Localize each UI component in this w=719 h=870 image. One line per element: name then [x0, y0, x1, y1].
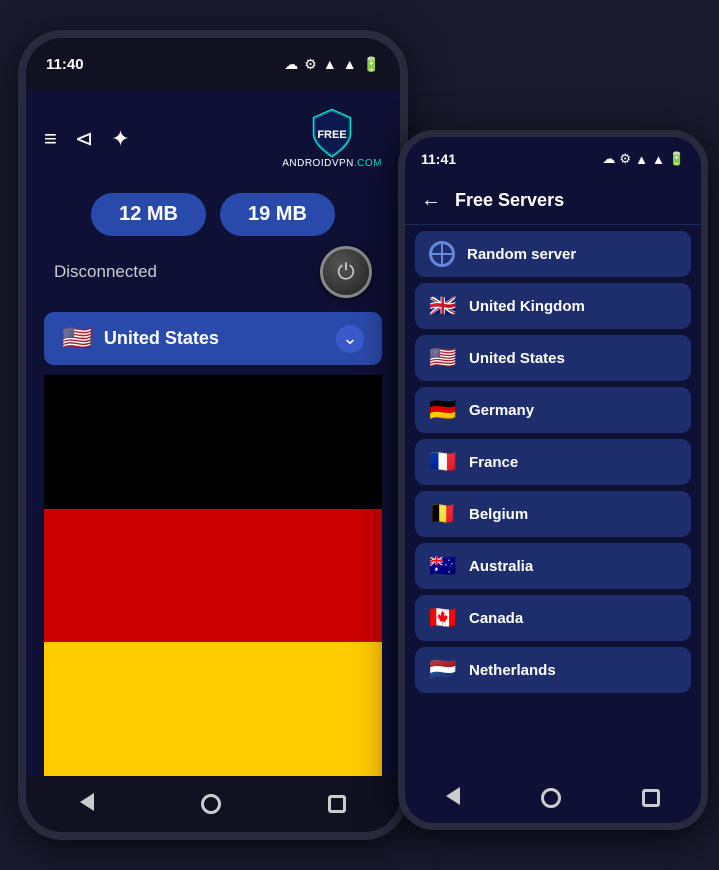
server-item-us[interactable]: 🇺🇸 United States	[415, 335, 691, 381]
germany-flag-banner	[44, 375, 382, 776]
back-nav-button2[interactable]	[446, 787, 460, 810]
phone1-time: 11:40	[46, 56, 84, 73]
recents-nav-button2[interactable]	[642, 789, 660, 807]
phone1-toolbar: ≡ ⊲ ✦ FREE ANDROIDVPN.COM	[44, 104, 382, 179]
flag-stripe-black	[44, 375, 382, 509]
cloud-icon: ☁	[284, 56, 298, 73]
server-list: Random server 🇬🇧 United Kingdom 🇺🇸 Unite…	[405, 225, 701, 773]
phone1-content: ≡ ⊲ ✦ FREE ANDROIDVPN.COM 12	[26, 90, 400, 776]
server-name-be: Belgium	[469, 506, 528, 523]
menu-icon[interactable]: ≡	[44, 126, 57, 152]
flag-stripe-gold	[44, 642, 382, 776]
home-nav-button2[interactable]	[541, 788, 561, 808]
flag-ca: 🇨🇦	[429, 605, 457, 631]
flag-us: 🇺🇸	[429, 345, 457, 371]
server-name-de: Germany	[469, 402, 534, 419]
stat-download: 12 MB	[91, 193, 206, 236]
phone2-time: 11:41	[421, 151, 456, 167]
flag-be: 🇧🇪	[429, 501, 457, 527]
wifi-icon: ▲	[343, 56, 357, 72]
server-name-us: United States	[469, 350, 565, 367]
recents-nav-button[interactable]	[328, 795, 346, 813]
flag-uk: 🇬🇧	[429, 293, 457, 319]
server-item-fr[interactable]: 🇫🇷 France	[415, 439, 691, 485]
signal-icon2: ▲	[635, 152, 648, 167]
phone1-left-icons: ≡ ⊲ ✦	[44, 126, 130, 152]
phone2-nav-bar	[405, 773, 701, 823]
battery-icon: 🔋	[363, 56, 380, 73]
connection-status: Disconnected	[54, 262, 157, 282]
phone1-connection-row: Disconnected	[44, 242, 382, 302]
phone1-logo: FREE ANDROIDVPN.COM	[282, 108, 382, 169]
phone2-status-bar: 11:41 ☁ ⚙ ▲ ▲ 🔋	[405, 137, 701, 181]
back-nav-button[interactable]	[80, 793, 94, 816]
share-icon[interactable]: ⊲	[75, 126, 93, 152]
flag-stripe-red	[44, 509, 382, 643]
power-button[interactable]	[320, 246, 372, 298]
settings-icon: ⚙	[304, 56, 317, 73]
server-item-ca[interactable]: 🇨🇦 Canada	[415, 595, 691, 641]
phone1: 11:40 ☁ ⚙ ▲ ▲ 🔋 ≡ ⊲ ✦	[18, 30, 408, 840]
cloud-icon2: ☁	[602, 151, 615, 167]
server-item-nl[interactable]: 🇳🇱 Netherlands	[415, 647, 691, 693]
rate-icon[interactable]: ✦	[111, 126, 129, 152]
country-label: United States	[104, 328, 324, 349]
signal-icon: ▲	[323, 56, 337, 72]
phone2-header: ← Free Servers	[405, 181, 701, 225]
server-name-uk: United Kingdom	[469, 298, 585, 315]
globe-icon	[429, 241, 455, 267]
server-name-ca: Canada	[469, 610, 523, 627]
flag-au: 🇦🇺	[429, 553, 457, 579]
stat-upload: 19 MB	[220, 193, 335, 236]
server-item-au[interactable]: 🇦🇺 Australia	[415, 543, 691, 589]
phone1-nav-bar	[26, 776, 400, 832]
logo-text: ANDROIDVPN.COM	[282, 158, 382, 169]
home-nav-button[interactable]	[201, 794, 221, 814]
scene: 11:40 ☁ ⚙ ▲ ▲ 🔋 ≡ ⊲ ✦	[0, 0, 719, 870]
server-name-au: Australia	[469, 558, 533, 575]
battery-icon2: 🔋	[669, 151, 685, 167]
wifi-icon2: ▲	[652, 152, 665, 167]
back-button[interactable]: ←	[421, 189, 441, 212]
flag-fr: 🇫🇷	[429, 449, 457, 475]
server-name-random: Random server	[467, 246, 576, 263]
country-selector[interactable]: 🇺🇸 United States ⌄	[44, 312, 382, 365]
server-name-fr: France	[469, 454, 518, 471]
phone2: 11:41 ☁ ⚙ ▲ ▲ 🔋 ← Free Servers Random se…	[398, 130, 708, 830]
server-item-uk[interactable]: 🇬🇧 United Kingdom	[415, 283, 691, 329]
server-item-de[interactable]: 🇩🇪 Germany	[415, 387, 691, 433]
server-item-be[interactable]: 🇧🇪 Belgium	[415, 491, 691, 537]
settings-icon2: ⚙	[619, 151, 631, 167]
country-flag: 🇺🇸	[62, 324, 92, 353]
flag-nl: 🇳🇱	[429, 657, 457, 683]
phone1-status-bar: 11:40 ☁ ⚙ ▲ ▲ 🔋	[26, 38, 400, 90]
free-servers-title: Free Servers	[455, 190, 564, 211]
shield-logo-icon: FREE	[310, 108, 354, 158]
phone1-status-icons: ☁ ⚙ ▲ ▲ 🔋	[284, 56, 380, 73]
phone1-stats: 12 MB 19 MB	[44, 193, 382, 236]
chevron-down-icon[interactable]: ⌄	[336, 325, 364, 353]
svg-text:FREE: FREE	[317, 129, 346, 141]
server-name-nl: Netherlands	[469, 662, 556, 679]
server-item-random[interactable]: Random server	[415, 231, 691, 277]
phone2-status-icons: ☁ ⚙ ▲ ▲ 🔋	[602, 151, 685, 167]
flag-de: 🇩🇪	[429, 397, 457, 423]
